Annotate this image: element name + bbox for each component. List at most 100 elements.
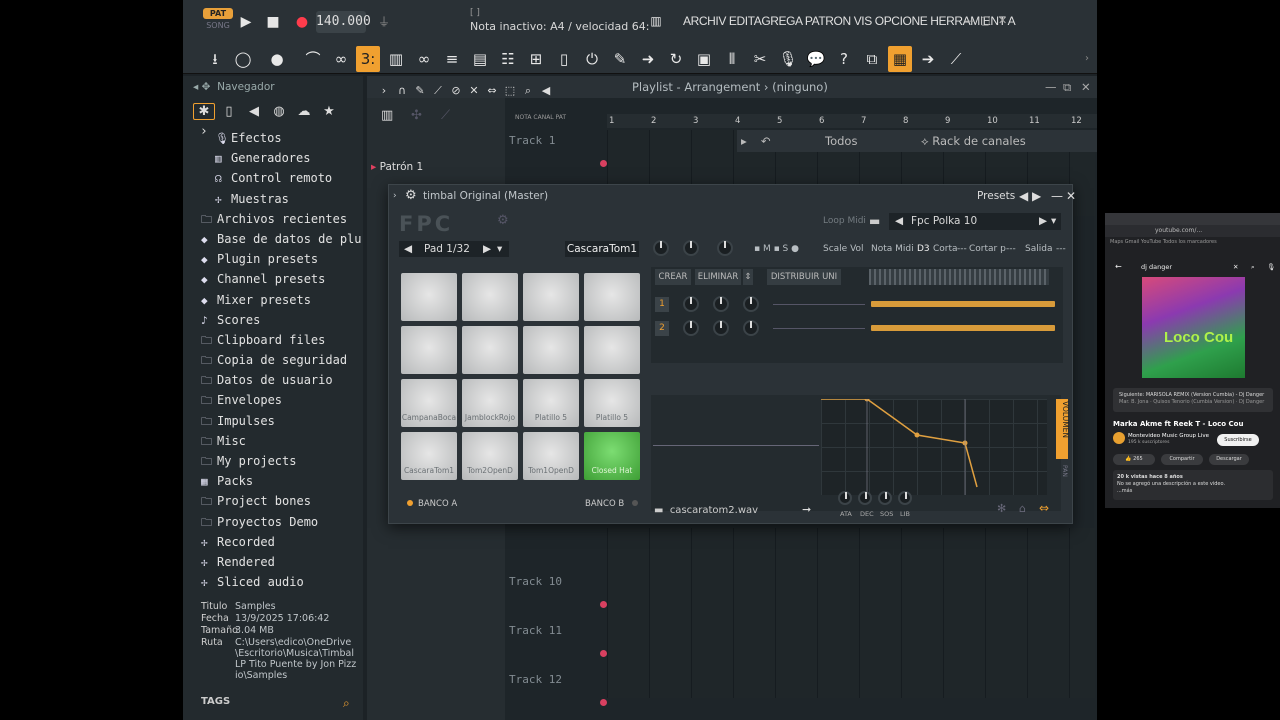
save-icon[interactable]: ▣ [692, 46, 716, 72]
eliminar-button[interactable]: ELIMINAR [695, 269, 741, 285]
browser-item[interactable]: ◆ Channel presets [201, 269, 361, 289]
volume-tab[interactable]: VOLUMEN [1056, 399, 1070, 459]
stop-icon[interactable]: ■ [262, 11, 284, 33]
pad-pitch-knob[interactable] [717, 240, 733, 256]
drum-pad[interactable]: JamblockRojo [462, 379, 518, 427]
browser-item[interactable]: ♪ Scores [201, 310, 361, 330]
all-icon[interactable]: ✱ [193, 103, 215, 120]
browser-item[interactable]: 🗀 Archivos recientes [201, 209, 361, 229]
pat-label[interactable]: PAT [203, 8, 233, 19]
browser-item[interactable]: ✢ Sliced audio [201, 572, 361, 592]
search-icon[interactable]: ⌕ [343, 696, 350, 711]
sample-file[interactable]: ▬ cascaratom2.wav [654, 505, 758, 516]
browser-item[interactable]: ▥ Generadores [201, 148, 361, 168]
cloud-icon[interactable]: ☁ [293, 104, 315, 119]
close-icon[interactable]: ✕ [1081, 76, 1091, 98]
browser-item[interactable]: ◆ Plugin presets [201, 249, 361, 269]
preset-selector[interactable]: ◀ Fpc Polka 10 ▶ ▾ [889, 213, 1061, 230]
layer-number[interactable]: 1 [655, 297, 669, 312]
drum-pad[interactable] [401, 273, 457, 321]
bars-icon[interactable]: ⦀ [720, 46, 744, 72]
drum-pad[interactable]: Tom1OpenD [523, 432, 579, 480]
drum-pad[interactable] [523, 273, 579, 321]
drum-pad[interactable] [523, 326, 579, 374]
song-label[interactable]: SONG [203, 21, 233, 30]
layer-vol-knob[interactable] [683, 320, 699, 336]
subscribe-button[interactable]: Suscribirse [1217, 434, 1259, 446]
channel-name[interactable]: Montevideo Music Group Live 195 k suscrip… [1128, 433, 1209, 445]
layer-pan-knob[interactable] [713, 296, 729, 312]
avatar[interactable] [1113, 432, 1125, 444]
corta-label[interactable]: Corta [933, 244, 958, 254]
browser-item[interactable]: 🎙 Efectos [201, 128, 361, 148]
file-icon[interactable]: ▯ [552, 46, 576, 72]
browser-tabs[interactable] [1105, 213, 1280, 225]
minimize-icon[interactable]: — [1051, 185, 1063, 207]
brush-icon[interactable]: ⟋ [944, 46, 968, 72]
record-icon[interactable]: ● [291, 11, 313, 33]
step-icon[interactable]: ✣ [411, 108, 422, 123]
layer-row[interactable]: 1 [655, 295, 1055, 315]
browser-item[interactable]: 🗀 Proyectos Demo [201, 512, 361, 532]
bank-a-button[interactable]: BANCO A [407, 499, 457, 509]
pad-name[interactable]: CascaraTom1 [565, 241, 639, 257]
browser-item[interactable]: 🗀 Copia de seguridad [201, 350, 361, 370]
scissors-icon[interactable]: ✂ [748, 46, 772, 72]
wave-icon[interactable]: ⌒ [301, 46, 325, 72]
globe-icon[interactable]: ◍ [268, 104, 290, 119]
arrow-icon[interactable]: ▸ [741, 130, 747, 152]
next-icon[interactable]: ▶ [1039, 213, 1047, 230]
timeline-ruler[interactable]: 1 2 3 4 5 6 7 8 9 10 11 12 [607, 114, 1097, 128]
browser-item[interactable]: 🗀 My projects [201, 451, 361, 471]
close-icon[interactable]: ✕ [1066, 185, 1076, 207]
browser-item[interactable]: ☊ Control remoto [201, 168, 361, 188]
envelope-grid[interactable] [821, 396, 1047, 495]
chat-icon[interactable]: 💬 [804, 46, 828, 72]
mute-toggle[interactable]: ▪ M ▪ S ● [754, 244, 799, 254]
pan-tab[interactable]: PAN [1056, 465, 1068, 495]
more-link[interactable]: ...más [1117, 488, 1132, 494]
up-next-card[interactable]: Siguiente: MARISOLA REMIX (Version Cumbi… [1113, 388, 1273, 412]
gear-icon[interactable]: ⚙ [405, 185, 417, 207]
drum-pad[interactable] [462, 273, 518, 321]
pen-icon[interactable]: ✎ [608, 46, 632, 72]
dropdown-icon[interactable]: ▾ [1051, 213, 1056, 230]
crear-button[interactable]: CREAR [655, 269, 691, 285]
layer-pitch-knob[interactable] [743, 320, 759, 336]
next-pad-icon[interactable]: ▶ [483, 241, 491, 257]
snowflake-icon[interactable]: ✻ [997, 502, 1006, 515]
pattern-item[interactable]: Patrón 1 [371, 161, 424, 173]
lock-icon[interactable]: ⌂ [1019, 502, 1026, 515]
doc-icon[interactable]: ▯ [218, 104, 240, 119]
drum-pad[interactable]: Platillo 5 [584, 379, 640, 427]
track-label[interactable]: Track 11 [509, 624, 599, 637]
layer-velocity-bar[interactable] [871, 325, 1055, 331]
track-label[interactable]: Track 10 [509, 575, 599, 588]
folder-icon[interactable]: ▬ [869, 214, 880, 228]
drum-pad[interactable] [584, 326, 640, 374]
layer-velocity-bar[interactable] [871, 301, 1055, 307]
drum-pad[interactable] [584, 273, 640, 321]
sustain-knob[interactable] [878, 491, 892, 505]
download-button[interactable]: Descargar [1209, 454, 1249, 465]
browser-item[interactable]: 🗀 Impulses [201, 411, 361, 431]
loop-icon[interactable]: ∞ [329, 46, 353, 72]
play-icon[interactable]: ▶ [235, 11, 257, 33]
track-mute-led[interactable] [600, 160, 607, 167]
channel-rack-icon[interactable]: ▤ [468, 46, 492, 72]
drum-pad[interactable]: Platillo 5 [523, 379, 579, 427]
layer-row[interactable]: 2 [655, 319, 1055, 339]
share-button[interactable]: Compartir [1161, 454, 1203, 465]
drum-pad[interactable]: CascaraTom1 [401, 432, 457, 480]
bookmarks-bar[interactable]: Maps Gmail YouTube Todos los marcadores [1105, 237, 1280, 247]
browser-item[interactable]: ✢ Recorded [201, 532, 361, 552]
search-icon[interactable]: ⌕ [1251, 260, 1255, 274]
minimize-icon[interactable]: — [1045, 76, 1057, 98]
automation-icon[interactable]: ∞ [412, 46, 436, 72]
arrow-icon[interactable]: › [393, 185, 397, 207]
pad-pan-knob[interactable] [683, 240, 699, 256]
mic-icon[interactable]: 🎙 [1267, 260, 1275, 274]
clear-icon[interactable]: ✕ [1233, 260, 1238, 274]
browser-item[interactable]: ✢ Muestras [201, 189, 361, 209]
description-box[interactable]: 20 k vistas hace 8 años No se agregó una … [1113, 470, 1273, 500]
